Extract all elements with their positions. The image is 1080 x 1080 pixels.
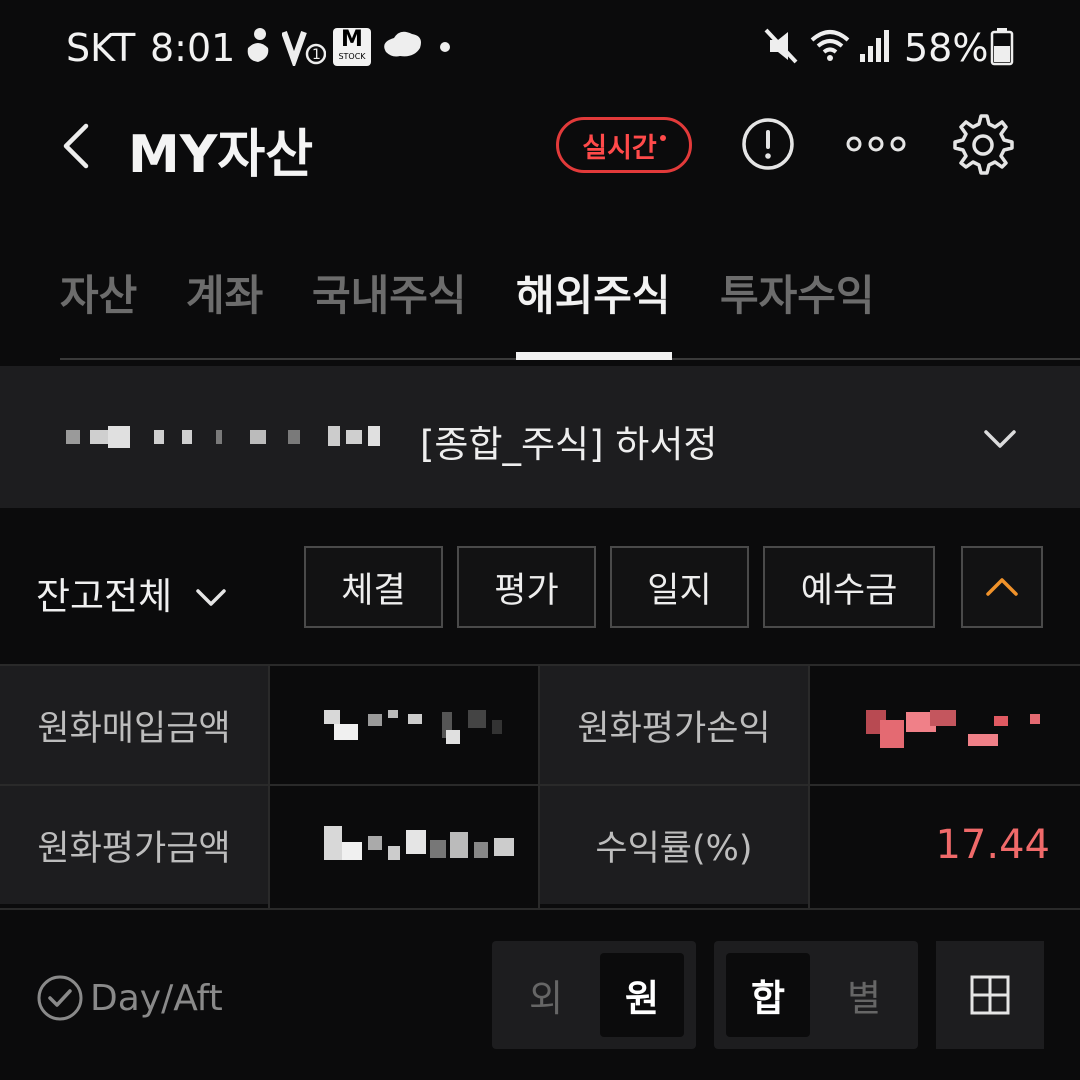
back-icon[interactable] — [58, 122, 98, 170]
realtime-button[interactable]: 실시간 — [556, 117, 692, 173]
check-circle-icon — [37, 975, 83, 1021]
account-name: [종합_주식] 하서정 — [420, 423, 718, 466]
krw-profit-loss-value-masked — [810, 666, 1080, 784]
currency-krw-option[interactable]: 원 — [600, 953, 684, 1037]
return-rate-label: 수익률(%) — [540, 786, 808, 904]
info-icon[interactable] — [740, 116, 796, 172]
currency-toggle: 외 원 — [492, 941, 696, 1049]
krw-purchase-value-masked — [270, 666, 538, 784]
deposit-button[interactable]: 예수금 — [763, 546, 935, 628]
chevron-up-icon — [986, 578, 1018, 596]
balance-filter-dropdown[interactable]: 잔고전체 — [36, 566, 228, 620]
page-title: MY자산 — [128, 125, 314, 185]
tab-assets[interactable]: 자산 — [60, 262, 137, 323]
summary-table: 원화매입금액 원화평가손익 원화평가금액 수익률(%) 17.44 — [0, 664, 1080, 910]
account-number-masked — [66, 424, 386, 450]
mute-icon — [764, 28, 798, 64]
wifi-icon — [810, 30, 850, 61]
battery-percent: 58% — [904, 26, 989, 70]
settings-icon[interactable] — [950, 112, 1016, 178]
tab-investment-return[interactable]: 투자수익 — [720, 262, 875, 323]
active-tab-indicator — [516, 352, 672, 360]
krw-valuation-value-masked — [270, 786, 538, 904]
krw-profit-loss-label: 원화평가손익 — [540, 666, 808, 784]
day-aft-checkbox[interactable]: Day/Aft — [36, 974, 223, 1022]
view-sum-option[interactable]: 합 — [726, 953, 810, 1037]
dot-icon — [440, 42, 450, 52]
chevron-down-icon — [196, 589, 226, 606]
currency-foreign-option[interactable]: 외 — [504, 953, 588, 1037]
mstock-app-icon: M STOCK — [333, 28, 371, 66]
collapse-button[interactable] — [961, 546, 1043, 628]
carrier-label: SKT — [66, 26, 136, 70]
grid-plus-icon — [970, 975, 1010, 1015]
balance-filter-label: 잔고전체 — [36, 575, 173, 618]
journal-button[interactable]: 일지 — [610, 546, 749, 628]
more-icon[interactable] — [842, 116, 910, 172]
clock: 8:01 — [150, 26, 236, 70]
day-aft-label: Day/Aft — [90, 977, 223, 1019]
chevron-down-icon[interactable] — [980, 424, 1020, 454]
executions-button[interactable]: 체결 — [304, 546, 443, 628]
krw-valuation-label: 원화평가금액 — [0, 786, 268, 904]
status-bar: SKT 8:01 1 M STOCK 58% — [0, 0, 1080, 96]
expand-grid-button[interactable] — [936, 941, 1044, 1049]
view-toggle: 합 별 — [714, 941, 918, 1049]
view-each-option[interactable]: 별 — [822, 953, 906, 1037]
realtime-label: 실시간 — [582, 132, 657, 164]
realtime-dot-icon — [659, 135, 666, 141]
signal-icon — [860, 30, 889, 62]
valuation-button[interactable]: 평가 — [457, 546, 596, 628]
svg-text:1: 1 — [312, 47, 321, 63]
v1-app-icon: 1 — [282, 30, 326, 66]
tab-overseas-stock[interactable]: 해외주식 — [516, 262, 671, 323]
return-rate-value: 17.44 — [810, 786, 1080, 904]
tab-account[interactable]: 계좌 — [186, 262, 263, 323]
battery-icon — [990, 28, 1014, 66]
tab-domestic-stock[interactable]: 국내주식 — [312, 262, 467, 323]
cloud-app-icon — [384, 31, 421, 57]
notification-icon — [247, 28, 269, 62]
krw-purchase-label: 원화매입금액 — [0, 666, 268, 784]
